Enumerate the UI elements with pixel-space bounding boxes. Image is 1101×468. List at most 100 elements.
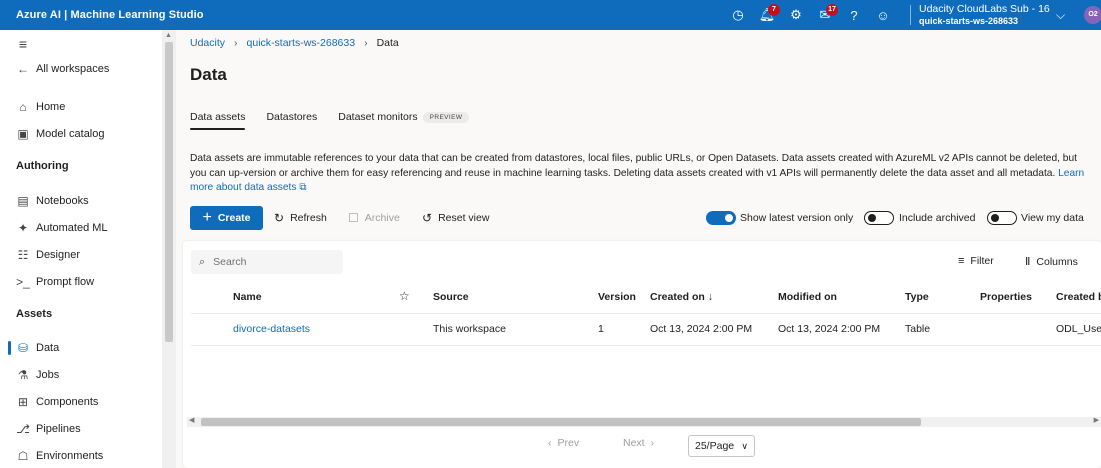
- columns-button[interactable]: Ⅱ Columns: [1025, 255, 1078, 269]
- horizontal-scroll-thumb[interactable]: [201, 418, 921, 426]
- archive-button[interactable]: ☐ Archive: [348, 206, 400, 230]
- sidebar-item-home[interactable]: ⌂ Home: [16, 100, 65, 114]
- cell-modified-on: Oct 13, 2024 2:00 PM: [778, 323, 881, 335]
- top-bar-divider: [910, 5, 911, 25]
- reset-view-button[interactable]: ↺ Reset view: [422, 206, 489, 230]
- next-page-button[interactable]: Next ›: [623, 437, 654, 449]
- prev-label: Prev: [557, 437, 580, 449]
- sidebar-item-model-catalog[interactable]: ▣ Model catalog: [16, 127, 104, 141]
- workspace-name: quick-starts-ws-268633: [919, 16, 1019, 26]
- prompt-icon: >_: [16, 275, 30, 289]
- main-content: Udacity › quick-starts-ws-268633 › Data …: [176, 30, 1101, 468]
- horizontal-scrollbar[interactable]: ◀ ▶: [187, 417, 1101, 427]
- app-title[interactable]: Azure AI | Machine Learning Studio: [0, 9, 204, 21]
- tab-bar: Data assets Datastores Dataset monitors P…: [190, 111, 490, 130]
- sidebar-item-designer[interactable]: ☷ Designer: [16, 248, 80, 262]
- workspace-selector[interactable]: Udacity CloudLabs Sub - 16 quick-starts-…: [919, 3, 1050, 27]
- filter-icon: ≡: [958, 255, 965, 267]
- sidebar-item-jobs[interactable]: ⚗ Jobs: [16, 368, 60, 382]
- header-divider: [191, 313, 1101, 314]
- cell-version: 1: [598, 323, 604, 335]
- archive-icon: ☐: [348, 211, 359, 225]
- data-icon: ⛁: [17, 341, 29, 355]
- gear-icon[interactable]: ⚙: [784, 0, 808, 30]
- avatar[interactable]: O2: [1084, 6, 1101, 24]
- columns-icon: Ⅱ: [1025, 256, 1031, 268]
- search-input[interactable]: [213, 256, 329, 268]
- breadcrumb-org[interactable]: Udacity: [190, 37, 225, 49]
- sidebar-item-label: Components: [36, 396, 99, 408]
- view-my-data-toggle[interactable]: [987, 211, 1017, 225]
- tab-dataset-monitors[interactable]: Dataset monitors PREVIEW: [338, 111, 470, 130]
- bell-icon[interactable]: 🔔︎ 7: [755, 0, 780, 30]
- column-header-properties[interactable]: Properties: [980, 291, 1032, 303]
- sidebar-scrollbar[interactable]: ▲: [162, 30, 176, 468]
- tab-datastores[interactable]: Datastores: [266, 111, 317, 130]
- sidebar-item-all-workspaces[interactable]: ← All workspaces: [16, 62, 109, 76]
- cell-source: This workspace: [433, 323, 506, 335]
- show-latest-toggle[interactable]: [706, 211, 736, 225]
- scroll-right-icon[interactable]: ▶: [1094, 416, 1099, 424]
- sidebar-item-data[interactable]: ⛁ Data: [16, 341, 59, 355]
- tab-label: Datastores: [266, 111, 318, 123]
- column-header-version[interactable]: Version: [598, 291, 636, 303]
- designer-icon: ☷: [17, 248, 29, 262]
- sidebar-item-prompt-flow[interactable]: >_ Prompt flow: [16, 275, 94, 289]
- show-latest-label: Show latest version only: [740, 212, 854, 224]
- help-icon[interactable]: ?: [842, 0, 866, 30]
- cell-name[interactable]: divorce-datasets: [233, 323, 310, 335]
- sidebar-item-environments[interactable]: ☖ Environments: [16, 449, 104, 463]
- clock-icon[interactable]: ◷: [726, 0, 750, 30]
- filter-button[interactable]: ≡ Filter: [958, 255, 994, 267]
- tab-label: Dataset monitors: [338, 111, 418, 123]
- chevron-right-icon: ›: [234, 37, 238, 49]
- cell-created-by: ODL_User: [1056, 323, 1101, 335]
- scroll-left-icon[interactable]: ◀: [189, 416, 194, 424]
- create-label: Create: [217, 212, 251, 224]
- components-icon: ⊞: [17, 395, 29, 409]
- column-header-modified-on[interactable]: Modified on: [778, 291, 837, 303]
- hamburger-menu[interactable]: ≡: [16, 36, 36, 52]
- column-header-source[interactable]: Source: [433, 291, 469, 303]
- breadcrumb-workspace[interactable]: quick-starts-ws-268633: [247, 37, 356, 49]
- breadcrumb: Udacity › quick-starts-ws-268633 › Data: [190, 37, 399, 49]
- scroll-up-icon[interactable]: ▲: [165, 32, 172, 39]
- column-header-created-by[interactable]: Created b: [1056, 291, 1101, 303]
- sidebar-item-label: Prompt flow: [36, 276, 95, 288]
- sidebar-item-label: Data: [36, 342, 60, 354]
- refresh-icon: ↻: [274, 211, 285, 225]
- top-bar: Azure AI | Machine Learning Studio ◷ 🔔︎ 7…: [0, 0, 1101, 30]
- column-header-name[interactable]: Name: [233, 291, 262, 303]
- feedback-badge: 17: [826, 4, 838, 16]
- column-header-created-on[interactable]: Created on ↓: [650, 291, 713, 303]
- page-size-value: 25/Page: [695, 440, 735, 452]
- tab-data-assets[interactable]: Data assets: [190, 111, 246, 130]
- sidebar-item-pipelines[interactable]: ⎇ Pipelines: [16, 422, 81, 436]
- star-icon[interactable]: ☆: [399, 289, 410, 303]
- notifications-badge: 7: [768, 4, 780, 16]
- include-archived-toggle[interactable]: [864, 211, 894, 225]
- sidebar-item-label: Designer: [36, 249, 81, 261]
- refresh-button[interactable]: ↻ Refresh: [274, 206, 327, 230]
- megaphone-icon[interactable]: ✉ 17: [813, 0, 838, 30]
- top-bar-icons: ◷ 🔔︎ 7 ⚙ ✉ 17 ? ☺: [726, 0, 900, 30]
- sidebar-item-automated-ml[interactable]: ✦ Automated ML: [16, 221, 108, 235]
- sidebar-item-label: Notebooks: [36, 195, 89, 207]
- row-divider: [191, 345, 1101, 346]
- chevron-down-icon[interactable]: ⌵: [1056, 8, 1065, 23]
- toggle-knob: [868, 214, 876, 222]
- column-header-type[interactable]: Type: [905, 291, 929, 303]
- sidebar-item-components[interactable]: ⊞ Components: [16, 395, 98, 409]
- smiley-icon[interactable]: ☺: [871, 0, 895, 30]
- sidebar-item-notebooks[interactable]: ▤ Notebooks: [16, 194, 89, 208]
- environment-icon: ☖: [17, 449, 29, 463]
- sidebar-scroll-thumb[interactable]: [165, 42, 173, 342]
- chevron-right-icon: ›: [650, 437, 655, 449]
- create-button[interactable]: + Create: [190, 206, 263, 230]
- prev-page-button[interactable]: ‹ Prev: [548, 437, 579, 449]
- sidebar: ≡ ← All workspaces ⌂ Home ▣ Model catalo…: [0, 30, 162, 468]
- page-size-select[interactable]: 25/Page ∨: [688, 435, 755, 457]
- chevron-left-icon: ‹: [548, 437, 552, 449]
- chevron-right-icon: ›: [364, 37, 368, 49]
- search-box[interactable]: ⌕: [191, 250, 343, 274]
